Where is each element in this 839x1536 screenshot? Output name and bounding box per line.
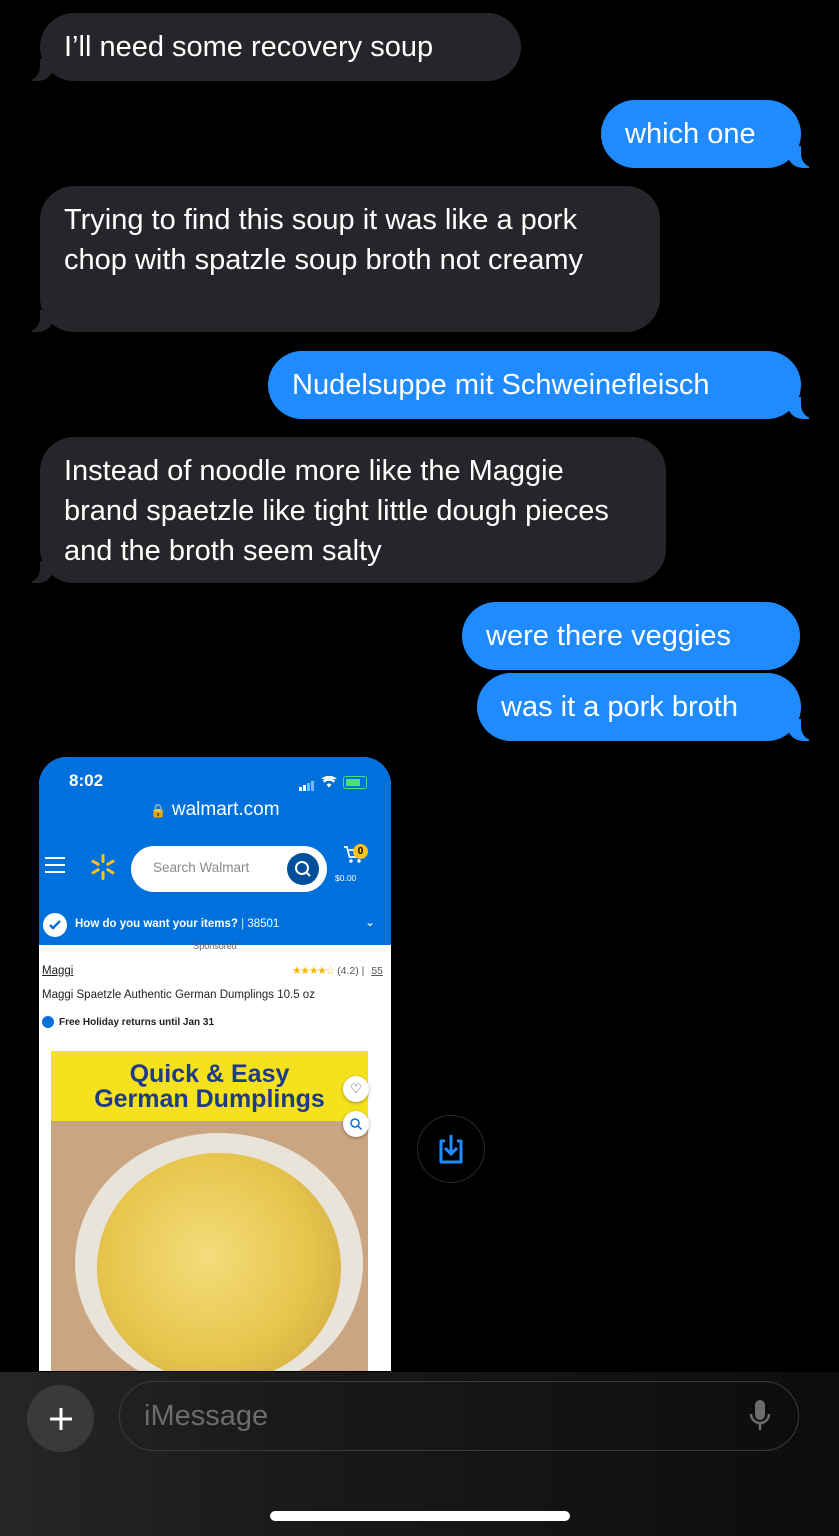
delivery-icon [43,913,67,937]
message-text: was it a pork broth [501,691,738,723]
search-placeholder: Search Walmart [153,860,250,875]
delivery-text: How do you want your items? | 38501 [75,918,280,930]
product-section: Sponsored Maggi ★★★★☆ (4.2) | 55 Maggi S… [39,941,391,1371]
message-placeholder: iMessage [144,1400,269,1432]
banner-line1: Quick & Easy [129,1060,290,1088]
message-text: Nudelsuppe mit Schweinefleisch [292,369,710,401]
plus-icon[interactable] [27,1385,94,1452]
shared-screenshot[interactable]: 8:02 🔒 walmart.com Search Walmart 0 $0.0… [39,757,391,1371]
lock-icon: 🔒 [150,803,167,818]
banner-line2: German Dumplings [94,1085,325,1113]
product-banner: Quick & Easy German Dumplings [51,1051,368,1121]
review-count: 55 [371,965,383,977]
dumplings-bowl-image [75,1133,363,1371]
spark-logo-icon [91,854,115,880]
status-time: 8:02 [69,771,104,790]
message-outgoing[interactable]: were there veggies [462,602,800,670]
message-incoming[interactable]: Instead of noodle more like the Maggie b… [20,437,666,583]
message-text: Instead of noodle more like the Maggie b… [64,455,609,567]
returns-icon [42,1016,54,1028]
search-input: Search Walmart [131,846,327,892]
composer-bar: iMessage [0,1372,839,1536]
url-text: walmart.com [171,799,280,820]
returns-note: Free Holiday returns until Jan 31 [42,1016,214,1028]
heart-icon: ♡ [343,1076,369,1102]
walmart-header: 8:02 🔒 walmart.com Search Walmart 0 $0.0… [39,757,391,945]
cart-total: $0.00 [335,873,357,883]
delivery-bar: How do you want your items? | 38501 ⌄ [39,907,391,943]
product-image: Quick & Easy German Dumplings [51,1051,368,1371]
message-incoming[interactable]: I’ll need some recovery soup [20,13,521,81]
zoom-icon [343,1111,369,1137]
menu-icon [45,857,65,878]
walmart-nav: Search Walmart 0 $0.00 [39,841,391,893]
message-outgoing[interactable]: was it a pork broth [477,673,821,741]
delivery-zip: 38501 [247,918,280,930]
cart-count: 0 [353,844,368,859]
brand-link: Maggi [42,965,74,977]
message-text: which one [625,118,756,150]
star-rating-icon: ★★★★☆ [292,965,335,977]
delivery-prompt: How do you want your items? [75,918,238,930]
status-icons [299,773,367,791]
message-text: I’ll need some recovery soup [64,31,434,63]
rating: ★★★★☆ (4.2) | 55 [292,965,383,977]
sponsored-label: Sponsored [193,941,237,951]
microphone-icon[interactable] [748,1398,772,1434]
save-download-icon[interactable] [417,1115,485,1183]
message-input[interactable]: iMessage [119,1381,799,1451]
wifi-icon [321,776,337,788]
signal-icon [299,773,315,791]
product-title: Maggi Spaetzle Authentic German Dumpling… [42,989,315,1001]
search-icon [287,853,319,885]
message-outgoing[interactable]: Nudelsuppe mit Schweinefleisch [268,351,821,419]
message-incoming[interactable]: Trying to find this soup it was like a p… [20,186,660,332]
battery-icon [343,775,367,789]
message-text: Trying to find this soup it was like a p… [64,204,584,276]
cart-icon: 0 $0.00 [335,844,369,883]
chevron-down-icon: ⌄ [364,915,375,929]
returns-text: Free Holiday returns until Jan 31 [59,1016,215,1028]
rating-value: (4.2) [337,965,359,977]
message-outgoing[interactable]: which one [601,100,821,168]
home-indicator[interactable] [270,1511,570,1521]
message-text: were there veggies [486,620,732,652]
url-bar: 🔒 walmart.com [39,799,391,821]
